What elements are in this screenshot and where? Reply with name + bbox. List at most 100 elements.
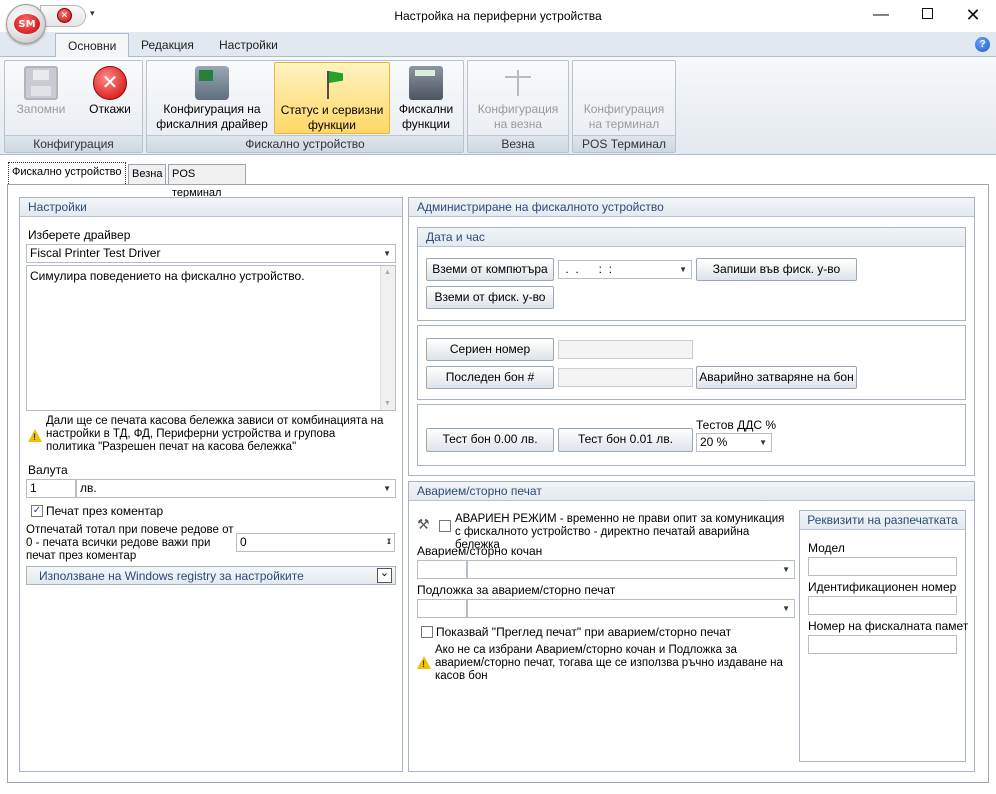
currency-code-input[interactable]: 1	[26, 479, 76, 498]
label-line: Конфигурация	[477, 102, 559, 116]
scroll-up-icon: ▲	[384, 269, 391, 276]
paper-code-input[interactable]	[417, 599, 467, 618]
datetime-value: . . : :	[562, 262, 613, 276]
ribbon-group-label: Везна	[468, 135, 568, 152]
fiscal-memory-input[interactable]	[808, 635, 957, 654]
save-icon	[24, 66, 58, 100]
cancel-label: Откажи	[89, 102, 131, 116]
driver-value: Fiscal Printer Test Driver	[30, 246, 161, 260]
chevron-down-icon: ▼	[383, 249, 391, 258]
ribbon-group-label: Фискално устройство	[147, 135, 463, 152]
spin-down-icon[interactable]: ▼	[386, 533, 392, 550]
datetime-title: Дата и час	[418, 228, 965, 247]
terminal-config-label: Конфигурация на терминал	[575, 102, 673, 132]
test-receipt-zero-button[interactable]: Тест бон 0.00 лв.	[426, 428, 554, 452]
terminal-config-button[interactable]: Конфигурация на терминал	[575, 62, 673, 134]
preview-checkbox[interactable]	[421, 626, 433, 638]
chevron-down-icon: ▼	[679, 265, 687, 274]
print-via-comment-checkbox[interactable]: ✓	[31, 505, 43, 517]
close-button[interactable]: ✕	[950, 0, 996, 30]
get-from-pc-button[interactable]: Вземи от компютъра	[426, 258, 554, 281]
emergency-title: Аварием/сторно печат	[409, 482, 974, 501]
fiscal-functions-button[interactable]: Фискални функции	[392, 62, 460, 134]
driver-select[interactable]: Fiscal Printer Test Driver ▼	[26, 244, 396, 263]
ribbon-tab-settings[interactable]: Настройки	[207, 33, 290, 58]
cash-register-icon	[409, 66, 443, 100]
help-icon[interactable]: ?	[975, 37, 990, 52]
description-scrollbar[interactable]: ▲ ▼	[380, 266, 395, 410]
datetime-input[interactable]: . . : : ▼	[558, 260, 692, 279]
warning-icon: !	[28, 429, 42, 442]
test-receipt-cent-button[interactable]: Тест бон 0.01 лв.	[558, 428, 693, 452]
app-logo-icon: SM	[14, 14, 40, 34]
test-vat-select[interactable]: 20 % ▼	[696, 433, 772, 452]
currency-select[interactable]: лв. ▼	[76, 479, 396, 498]
print-total-input[interactable]: 0 ▲ ▼	[236, 533, 395, 552]
label-line: на терминал	[588, 117, 660, 131]
chevron-down-icon: ▼	[759, 438, 767, 447]
model-label: Модел	[808, 541, 845, 555]
chevron-down-icon: ▼	[782, 565, 790, 574]
settings-title: Настройки	[20, 198, 402, 217]
id-number-input[interactable]	[808, 596, 957, 615]
scale-config-label: Конфигурация на везна	[470, 102, 566, 132]
scale-config-button[interactable]: Конфигурация на везна	[470, 62, 566, 134]
printout-title: Реквизити на разпечатката	[800, 511, 965, 530]
fiscal-memory-label: Номер на фискалната памет	[808, 619, 969, 633]
ribbon-tab-edit[interactable]: Редакция	[129, 33, 206, 58]
tab-pos-terminal[interactable]: POS терминал	[168, 164, 246, 199]
serial-number-button[interactable]: Сериен номер	[426, 338, 554, 361]
emergency-mode-checkbox[interactable]	[439, 520, 451, 532]
print-total-value: 0	[240, 535, 247, 549]
maximize-button[interactable]	[904, 0, 950, 30]
ribbon-tab-main[interactable]: Основни	[55, 33, 130, 58]
driver-label: Изберете драйвер	[28, 228, 131, 242]
serial-number-field	[558, 340, 693, 359]
print-via-comment-label: Печат през коментар	[46, 504, 164, 518]
preview-label: Показвай "Преглед печат" при аварием/сто…	[436, 625, 732, 639]
admin-title: Администриране на фискалното устройство	[409, 198, 974, 217]
journal-select[interactable]: ▼	[467, 560, 795, 579]
maximize-icon	[921, 7, 933, 19]
label-line: Фискални	[398, 102, 454, 116]
label-line: функции	[402, 117, 450, 131]
receipt-note: Дали ще се печата касова бележка зависи …	[46, 415, 384, 453]
id-number-label: Идентификационен номер	[808, 580, 957, 594]
save-button[interactable]: Запомни	[10, 62, 72, 134]
tab-scale[interactable]: Везна	[128, 164, 166, 184]
get-from-device-button[interactable]: Вземи от фиск. у-во	[426, 286, 554, 309]
driver-config-button[interactable]: Конфигурация на фискалния драйвер	[152, 62, 272, 134]
write-to-device-button[interactable]: Запиши във фиск. у-во	[696, 258, 857, 281]
paper-label: Подложка за аварием/сторно печат	[417, 583, 616, 597]
label-line: на везна	[493, 117, 543, 131]
journal-label: Аварием/сторно кочан	[417, 544, 543, 558]
ribbon-group-label: POS Терминал	[573, 135, 675, 152]
driver-config-label: Конфигурация на фискалния драйвер	[152, 102, 272, 132]
minimize-button[interactable]: —	[858, 0, 904, 30]
emergency-note: Ако не са избрани Аварием/сторно кочан и…	[435, 644, 783, 682]
currency-label: Валута	[28, 463, 68, 477]
label-line: Конфигурация	[583, 102, 665, 116]
label-line: функции	[308, 118, 356, 132]
emergency-close-button[interactable]: Аварийно затваряне на бон	[696, 366, 857, 389]
registry-expander[interactable]: Използване на Windows registry за настро…	[26, 566, 396, 585]
warning-icon: !	[417, 656, 431, 669]
cancel-icon: ✕	[93, 66, 127, 100]
window-title: Настройка на периферни устройства	[394, 9, 602, 23]
scale-icon	[501, 66, 535, 100]
currency-name: лв.	[80, 481, 97, 495]
paper-select[interactable]: ▼	[467, 599, 795, 618]
app-menu-button[interactable]: SM	[6, 4, 46, 44]
status-service-button[interactable]: Статус и сервизни функции	[274, 62, 390, 134]
tab-fiscal-device[interactable]: Фискално устройство	[8, 162, 126, 184]
registry-label: Използване на Windows registry за настро…	[39, 569, 304, 583]
journal-code-input[interactable]	[417, 560, 467, 579]
model-input[interactable]	[808, 557, 957, 576]
last-receipt-button[interactable]: Последен бон #	[426, 366, 554, 389]
chevron-down-icon: ▼	[383, 484, 391, 493]
print-total-label: Отпечатай тотал при повече редове от 0 -…	[26, 524, 234, 562]
cancel-button[interactable]: ✕ Откажи	[80, 62, 140, 134]
tools-icon: ⚒	[417, 516, 430, 532]
expand-icon: ⌄	[377, 568, 392, 583]
status-service-label: Статус и сервизни функции	[275, 103, 389, 133]
